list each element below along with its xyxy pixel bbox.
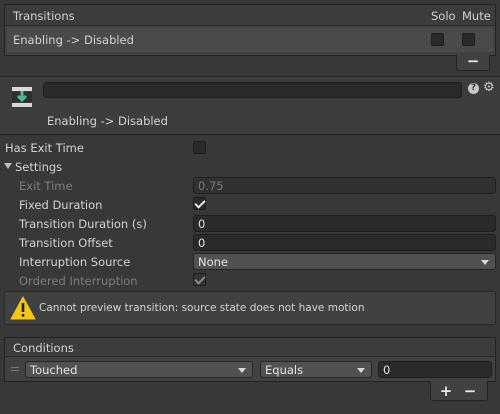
transitions-header: Transitions Solo Mute: [5, 5, 495, 26]
transitions-footer: −: [456, 52, 490, 71]
transitions-panel: Transitions Solo Mute Enabling -> Disabl…: [4, 4, 496, 56]
chevron-down-icon: [357, 368, 365, 373]
transition-icon: [11, 86, 33, 108]
chevron-down-icon: [238, 368, 246, 373]
transition-list-item[interactable]: Enabling -> Disabled: [7, 28, 493, 52]
condition-operator-dropdown[interactable]: Equals: [260, 361, 372, 378]
interruption-source-dropdown[interactable]: None: [193, 253, 496, 270]
warning-box: Cannot preview transition: source state …: [4, 291, 496, 325]
chevron-down-icon: [481, 260, 489, 265]
ordered-interruption-checkbox: [193, 273, 206, 286]
conditions-panel: Conditions Touched Equals 0: [4, 337, 496, 382]
conditions-title: Conditions: [13, 341, 74, 355]
transitions-title: Transitions: [13, 9, 75, 23]
transition-offset-field[interactable]: 0: [193, 234, 496, 251]
remove-transition-button[interactable]: −: [457, 52, 489, 70]
interruption-source-value: None: [198, 255, 229, 269]
condition-operator-value: Equals: [265, 363, 304, 377]
gear-icon[interactable]: ⚙: [483, 80, 495, 95]
divider: [0, 134, 500, 135]
warning-icon: [10, 296, 36, 320]
mute-column-label: Mute: [462, 9, 491, 23]
drag-handle-icon[interactable]: [11, 367, 19, 371]
transition-duration-label: Transition Duration (s): [19, 217, 147, 231]
ordered-interruption-label: Ordered Interruption: [19, 274, 138, 288]
settings-foldout-label[interactable]: Settings: [15, 160, 62, 174]
help-icon[interactable]: ?: [468, 83, 479, 94]
transition-offset-label: Transition Offset: [19, 236, 113, 250]
solo-checkbox[interactable]: [431, 33, 444, 46]
conditions-footer: + −: [430, 381, 488, 401]
transition-duration-field[interactable]: 0: [193, 215, 496, 232]
condition-parameter-dropdown[interactable]: Touched: [25, 361, 253, 378]
add-condition-button[interactable]: +: [435, 382, 457, 400]
conditions-header: Conditions: [5, 338, 495, 357]
interruption-source-label: Interruption Source: [19, 255, 131, 269]
solo-column-label: Solo: [431, 9, 456, 23]
has-exit-time-checkbox[interactable]: [193, 141, 206, 154]
condition-value-field[interactable]: 0: [378, 361, 492, 378]
mute-checkbox[interactable]: [462, 33, 475, 46]
fixed-duration-checkbox[interactable]: [193, 197, 206, 210]
condition-row: Touched Equals 0: [5, 360, 495, 380]
condition-parameter-value: Touched: [30, 363, 78, 377]
settings-foldout-arrow-icon[interactable]: [4, 163, 12, 169]
fixed-duration-label: Fixed Duration: [19, 198, 103, 212]
remove-condition-button[interactable]: −: [459, 382, 481, 400]
transition-subtitle: Enabling -> Disabled: [47, 114, 168, 128]
warning-message: Cannot preview transition: source state …: [39, 302, 365, 314]
transition-header: ? ⚙ Enabling -> Disabled: [0, 77, 500, 134]
transition-name-field[interactable]: [43, 82, 462, 98]
exit-time-field: 0.75: [193, 177, 496, 194]
transition-item-label: Enabling -> Disabled: [13, 33, 134, 47]
exit-time-label: Exit Time: [19, 179, 73, 193]
has-exit-time-label: Has Exit Time: [5, 141, 84, 155]
